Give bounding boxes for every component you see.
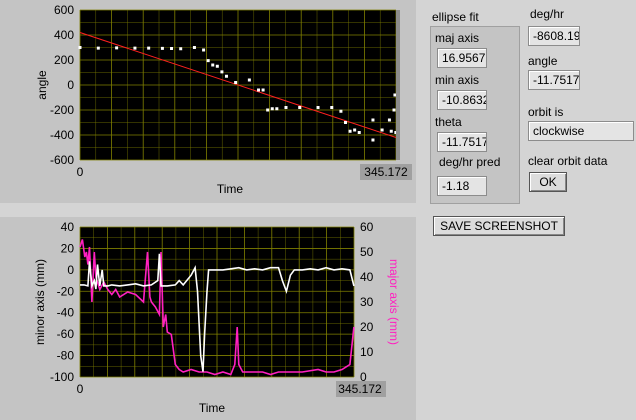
ok-button[interactable]: OK <box>529 172 567 192</box>
data-point <box>261 88 265 92</box>
y-left-tick-label: 40 <box>61 220 75 234</box>
data-point <box>96 46 100 50</box>
data-point <box>339 109 343 113</box>
data-point <box>220 70 224 74</box>
y-left-tick-label: 20 <box>61 241 75 255</box>
data-point <box>170 47 174 50</box>
data-point <box>202 48 206 52</box>
y-left-tick-label: -20 <box>57 284 75 298</box>
angle-field[interactable]: -11.7517 <box>528 70 580 90</box>
y-left-tick-label: -80 <box>57 349 75 363</box>
y-left-axis-label: minor axis (mm) <box>33 259 47 345</box>
orbit-direction-field[interactable]: clockwise <box>528 121 634 141</box>
data-point <box>298 106 302 109</box>
data-point <box>234 81 238 84</box>
y-tick-label: -600 <box>50 153 74 167</box>
data-point <box>392 108 396 112</box>
y-tick-label: 200 <box>54 53 74 67</box>
angle-label: angle <box>528 54 558 68</box>
data-point <box>343 121 347 124</box>
data-point <box>330 106 334 109</box>
y-tick-label: 0 <box>67 78 74 92</box>
data-point <box>211 63 215 67</box>
data-point <box>316 106 320 109</box>
x-axis-label: Time <box>217 182 244 196</box>
x-axis-label: Time <box>199 401 226 415</box>
y-right-tick-label: 10 <box>360 345 374 359</box>
y-axis-label: angle <box>35 70 49 100</box>
deg-hr-pred-field[interactable]: -1.18 <box>437 176 487 196</box>
y-tick-label: 400 <box>54 28 74 42</box>
min-axis-label: min axis <box>435 73 480 87</box>
data-point <box>266 108 270 112</box>
data-point <box>348 129 352 133</box>
top-plot-panel: 600 400 200 0 -200 -400 -600 0 345.172 Time angle <box>0 0 416 203</box>
panel-separator <box>0 203 416 217</box>
y-left-tick-label: -40 <box>57 306 75 320</box>
y-right-axis-label: major axis (mm) <box>387 259 401 345</box>
y-right-tick-label: 60 <box>360 220 374 234</box>
y-right-tick-label: 30 <box>360 295 374 309</box>
ellipse-fit-cluster: maj axis 16.9567 min axis -10.8632 theta… <box>430 26 520 204</box>
data-point <box>147 46 151 50</box>
save-screenshot-button[interactable]: SAVE SCREENSHOT <box>433 216 565 236</box>
data-point <box>393 93 397 97</box>
y-tick-label: 600 <box>54 3 74 17</box>
axes-chart: 40200-20-40-60-80-10060504030201000 345.1… <box>33 220 401 415</box>
data-point <box>179 47 183 51</box>
data-point <box>78 46 82 49</box>
angle-chart: 6004002000-200-400-6000 345.172Timeangle <box>35 3 412 196</box>
plot-frame-right <box>396 10 400 160</box>
y-tick-label: -200 <box>50 103 74 117</box>
y-right-tick-label: 40 <box>360 270 374 284</box>
y-tick-label: -400 <box>50 128 74 142</box>
data-point <box>353 128 357 132</box>
clear-orbit-label: clear orbit data <box>528 154 608 168</box>
deg-hr-pred-label: deg/hr pred <box>439 155 501 169</box>
maj-axis-field[interactable]: 16.9567 <box>437 48 487 68</box>
data-point <box>224 74 228 78</box>
y-right-tick-label: 20 <box>360 320 374 334</box>
data-point <box>257 88 261 92</box>
x-tick-label: 345.172 <box>338 382 382 396</box>
data-point <box>357 131 361 134</box>
data-point <box>192 46 196 49</box>
data-point <box>387 118 391 122</box>
data-point <box>206 59 210 63</box>
x-tick-label: 0 <box>77 382 84 396</box>
data-point <box>371 138 375 142</box>
maj-axis-label: maj axis <box>435 31 480 45</box>
theta-label: theta <box>435 115 462 129</box>
x-tick-label: 0 <box>77 165 84 179</box>
data-point <box>215 64 219 68</box>
y-left-tick-label: 0 <box>67 263 74 277</box>
bottom-plot-panel: 40 20 0 -20 -40 -60 -80 -100 60 50 40 30 20 10 0 0 345.1… <box>0 217 416 420</box>
data-point <box>284 106 288 109</box>
ellipse-fit-title: ellipse fit <box>432 10 479 24</box>
data-point <box>247 78 251 82</box>
data-point <box>371 118 375 122</box>
x-tick-label: 345.172 <box>364 165 408 179</box>
data-point <box>133 46 137 50</box>
data-point <box>389 129 393 133</box>
orbit-is-label: orbit is <box>528 105 564 119</box>
data-point <box>380 128 384 132</box>
data-point <box>115 46 119 50</box>
data-point <box>270 107 274 111</box>
y-right-tick-label: 50 <box>360 245 374 259</box>
y-left-tick-label: -100 <box>50 370 74 384</box>
deg-hr-label: deg/hr <box>530 7 565 21</box>
theta-field[interactable]: -11.7517 <box>437 132 487 152</box>
y-left-tick-label: -60 <box>57 327 75 341</box>
deg-hr-field[interactable]: -8608.19 <box>528 26 580 46</box>
data-point <box>275 107 279 111</box>
min-axis-field[interactable]: -10.8632 <box>437 90 487 110</box>
data-point <box>160 46 164 50</box>
